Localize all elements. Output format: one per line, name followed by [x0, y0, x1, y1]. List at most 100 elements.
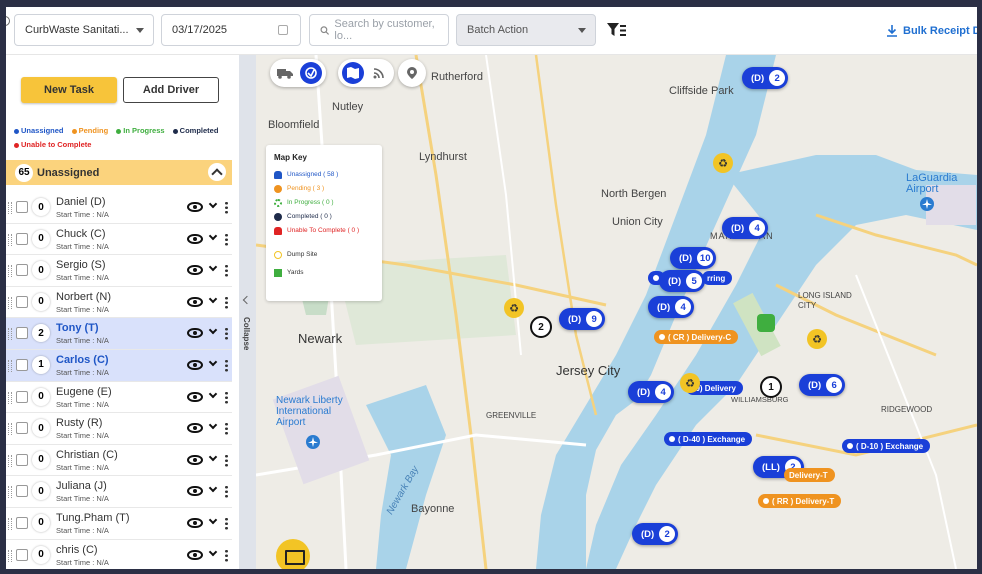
task-tag[interactable]: ( CR ) Delivery-C [654, 330, 739, 344]
more-options-icon[interactable] [225, 295, 228, 309]
driver-route-pin[interactable]: 1 [760, 376, 782, 398]
task-cluster-marker[interactable]: (D) 2 [632, 523, 679, 545]
task-tag[interactable]: ( RR ) Delivery-T [758, 494, 842, 508]
driver-checkbox[interactable] [16, 264, 28, 277]
chevron-down-icon[interactable] [208, 389, 218, 398]
eye-icon[interactable] [187, 517, 203, 528]
driver-row[interactable]: 0 Daniel (D) Start Time : N/A [6, 192, 232, 224]
driver-checkbox[interactable] [16, 548, 28, 561]
eye-icon[interactable] [187, 486, 203, 497]
driver-checkbox[interactable] [16, 485, 28, 498]
task-cluster-marker[interactable]: (D) 5 [659, 270, 706, 292]
sidebar-divider[interactable] [239, 55, 256, 569]
driver-checkbox[interactable] [16, 422, 28, 435]
driver-row[interactable]: 0 Eugene (E) Start Time : N/A [6, 382, 232, 414]
truck-icon[interactable] [274, 62, 296, 84]
company-select[interactable]: CurbWaste Sanitati... [14, 14, 154, 46]
more-options-icon[interactable] [225, 453, 228, 467]
eye-icon[interactable] [187, 328, 203, 339]
driver-checkbox[interactable] [16, 295, 28, 308]
task-cluster-marker[interactable]: (D) 9 [559, 308, 606, 330]
eye-icon[interactable] [187, 202, 203, 212]
menu-toggle-icon[interactable] [6, 16, 10, 26]
task-cluster-marker[interactable]: (D) 4 [722, 217, 769, 239]
driver-row[interactable]: 2 Tony (T) Start Time : N/A [6, 318, 232, 350]
chevron-down-icon[interactable] [208, 262, 218, 272]
chevron-down-icon[interactable] [208, 294, 218, 304]
task-cluster-marker[interactable]: (D) 2 [742, 67, 789, 89]
chevron-down-icon[interactable] [208, 326, 218, 335]
eye-icon[interactable] [187, 549, 203, 560]
task-tag[interactable] [648, 271, 665, 285]
drag-handle-icon[interactable] [8, 454, 12, 467]
more-options-icon[interactable] [225, 516, 228, 530]
yard-icon[interactable] [276, 539, 310, 569]
driver-route-pin[interactable]: 2 [530, 316, 552, 338]
drag-handle-icon[interactable] [8, 517, 12, 530]
drag-handle-icon[interactable] [8, 359, 12, 372]
chevron-down-icon[interactable] [208, 515, 218, 525]
eye-icon[interactable] [187, 265, 203, 276]
more-options-icon[interactable] [225, 390, 228, 404]
driver-checkbox[interactable] [16, 453, 28, 466]
driver-checkbox[interactable] [16, 232, 28, 245]
new-task-button[interactable]: New Task [21, 77, 117, 103]
more-options-icon[interactable] [225, 264, 228, 278]
task-tag[interactable]: rring [702, 271, 733, 285]
more-options-icon[interactable] [225, 422, 228, 436]
drag-handle-icon[interactable] [8, 265, 12, 278]
chevron-down-icon[interactable] [208, 452, 218, 461]
route-optimize-icon[interactable] [300, 62, 322, 84]
eye-icon[interactable] [187, 359, 203, 370]
eye-icon[interactable] [187, 391, 203, 402]
eye-icon[interactable] [187, 423, 203, 434]
drag-handle-icon[interactable] [8, 296, 12, 309]
recycle-icon[interactable]: ♻ [807, 329, 827, 349]
task-cluster-marker[interactable]: (D) 6 [799, 374, 846, 396]
unassigned-group-header[interactable]: 65 Unassigned [6, 160, 232, 185]
more-options-icon[interactable] [225, 358, 228, 372]
driver-row[interactable]: 0 Sergio (S) Start Time : N/A [6, 255, 232, 287]
filter-icon[interactable] [606, 21, 626, 39]
driver-row[interactable]: 0 Norbert (N) Start Time : N/A [6, 287, 232, 319]
chevron-down-icon[interactable] [208, 547, 218, 556]
map-icon[interactable] [342, 62, 364, 84]
live-feed-icon[interactable] [368, 62, 390, 84]
driver-row[interactable]: 0 Christian (C) Start Time : N/A [6, 445, 232, 477]
more-options-icon[interactable] [225, 548, 228, 562]
driver-checkbox[interactable] [16, 516, 28, 529]
eye-icon[interactable] [187, 233, 203, 244]
driver-row[interactable]: 0 Chuck (C) Start Time : N/A [6, 224, 232, 256]
eye-icon[interactable] [187, 454, 203, 465]
yard-icon[interactable] [757, 314, 775, 332]
driver-checkbox[interactable] [16, 358, 28, 371]
task-tag[interactable]: ( D-10 ) Exchange [842, 439, 931, 453]
collapse-toggle[interactable]: Collapse [242, 317, 251, 350]
driver-row[interactable]: 0 Juliana (J) Start Time : N/A [6, 476, 232, 508]
chevron-down-icon[interactable] [208, 199, 218, 209]
task-tag[interactable]: ( D-40 ) Exchange [664, 432, 753, 446]
driver-row[interactable]: 0 Tung.Pham (T) Start Time : N/A [6, 508, 232, 540]
more-options-icon[interactable] [225, 485, 228, 499]
more-options-icon[interactable] [225, 201, 228, 214]
drag-handle-icon[interactable] [8, 202, 12, 214]
drag-handle-icon[interactable] [8, 233, 12, 246]
driver-checkbox[interactable] [16, 201, 28, 213]
task-cluster-marker[interactable]: (D) 4 [628, 381, 675, 403]
driver-row[interactable]: 0 chris (C) Start Time : N/A [6, 540, 232, 569]
drag-handle-icon[interactable] [8, 391, 12, 404]
chevron-up-icon[interactable] [208, 163, 226, 181]
chevron-down-icon[interactable] [208, 420, 218, 430]
drag-handle-icon[interactable] [8, 328, 12, 341]
bulk-receipt-download-link[interactable]: Bulk Receipt Do [886, 24, 977, 37]
recycle-icon[interactable]: ♻ [713, 153, 733, 173]
drag-handle-icon[interactable] [8, 423, 12, 436]
date-picker[interactable]: 03/17/2025 [161, 14, 301, 46]
driver-checkbox[interactable] [16, 327, 28, 340]
chevron-down-icon[interactable] [208, 357, 218, 367]
more-options-icon[interactable] [225, 327, 228, 341]
recycle-icon[interactable]: ♻ [680, 373, 700, 393]
task-cluster-marker[interactable]: (D) 10 [670, 247, 717, 269]
add-driver-button[interactable]: Add Driver [123, 77, 219, 103]
chevron-down-icon[interactable] [208, 484, 218, 493]
